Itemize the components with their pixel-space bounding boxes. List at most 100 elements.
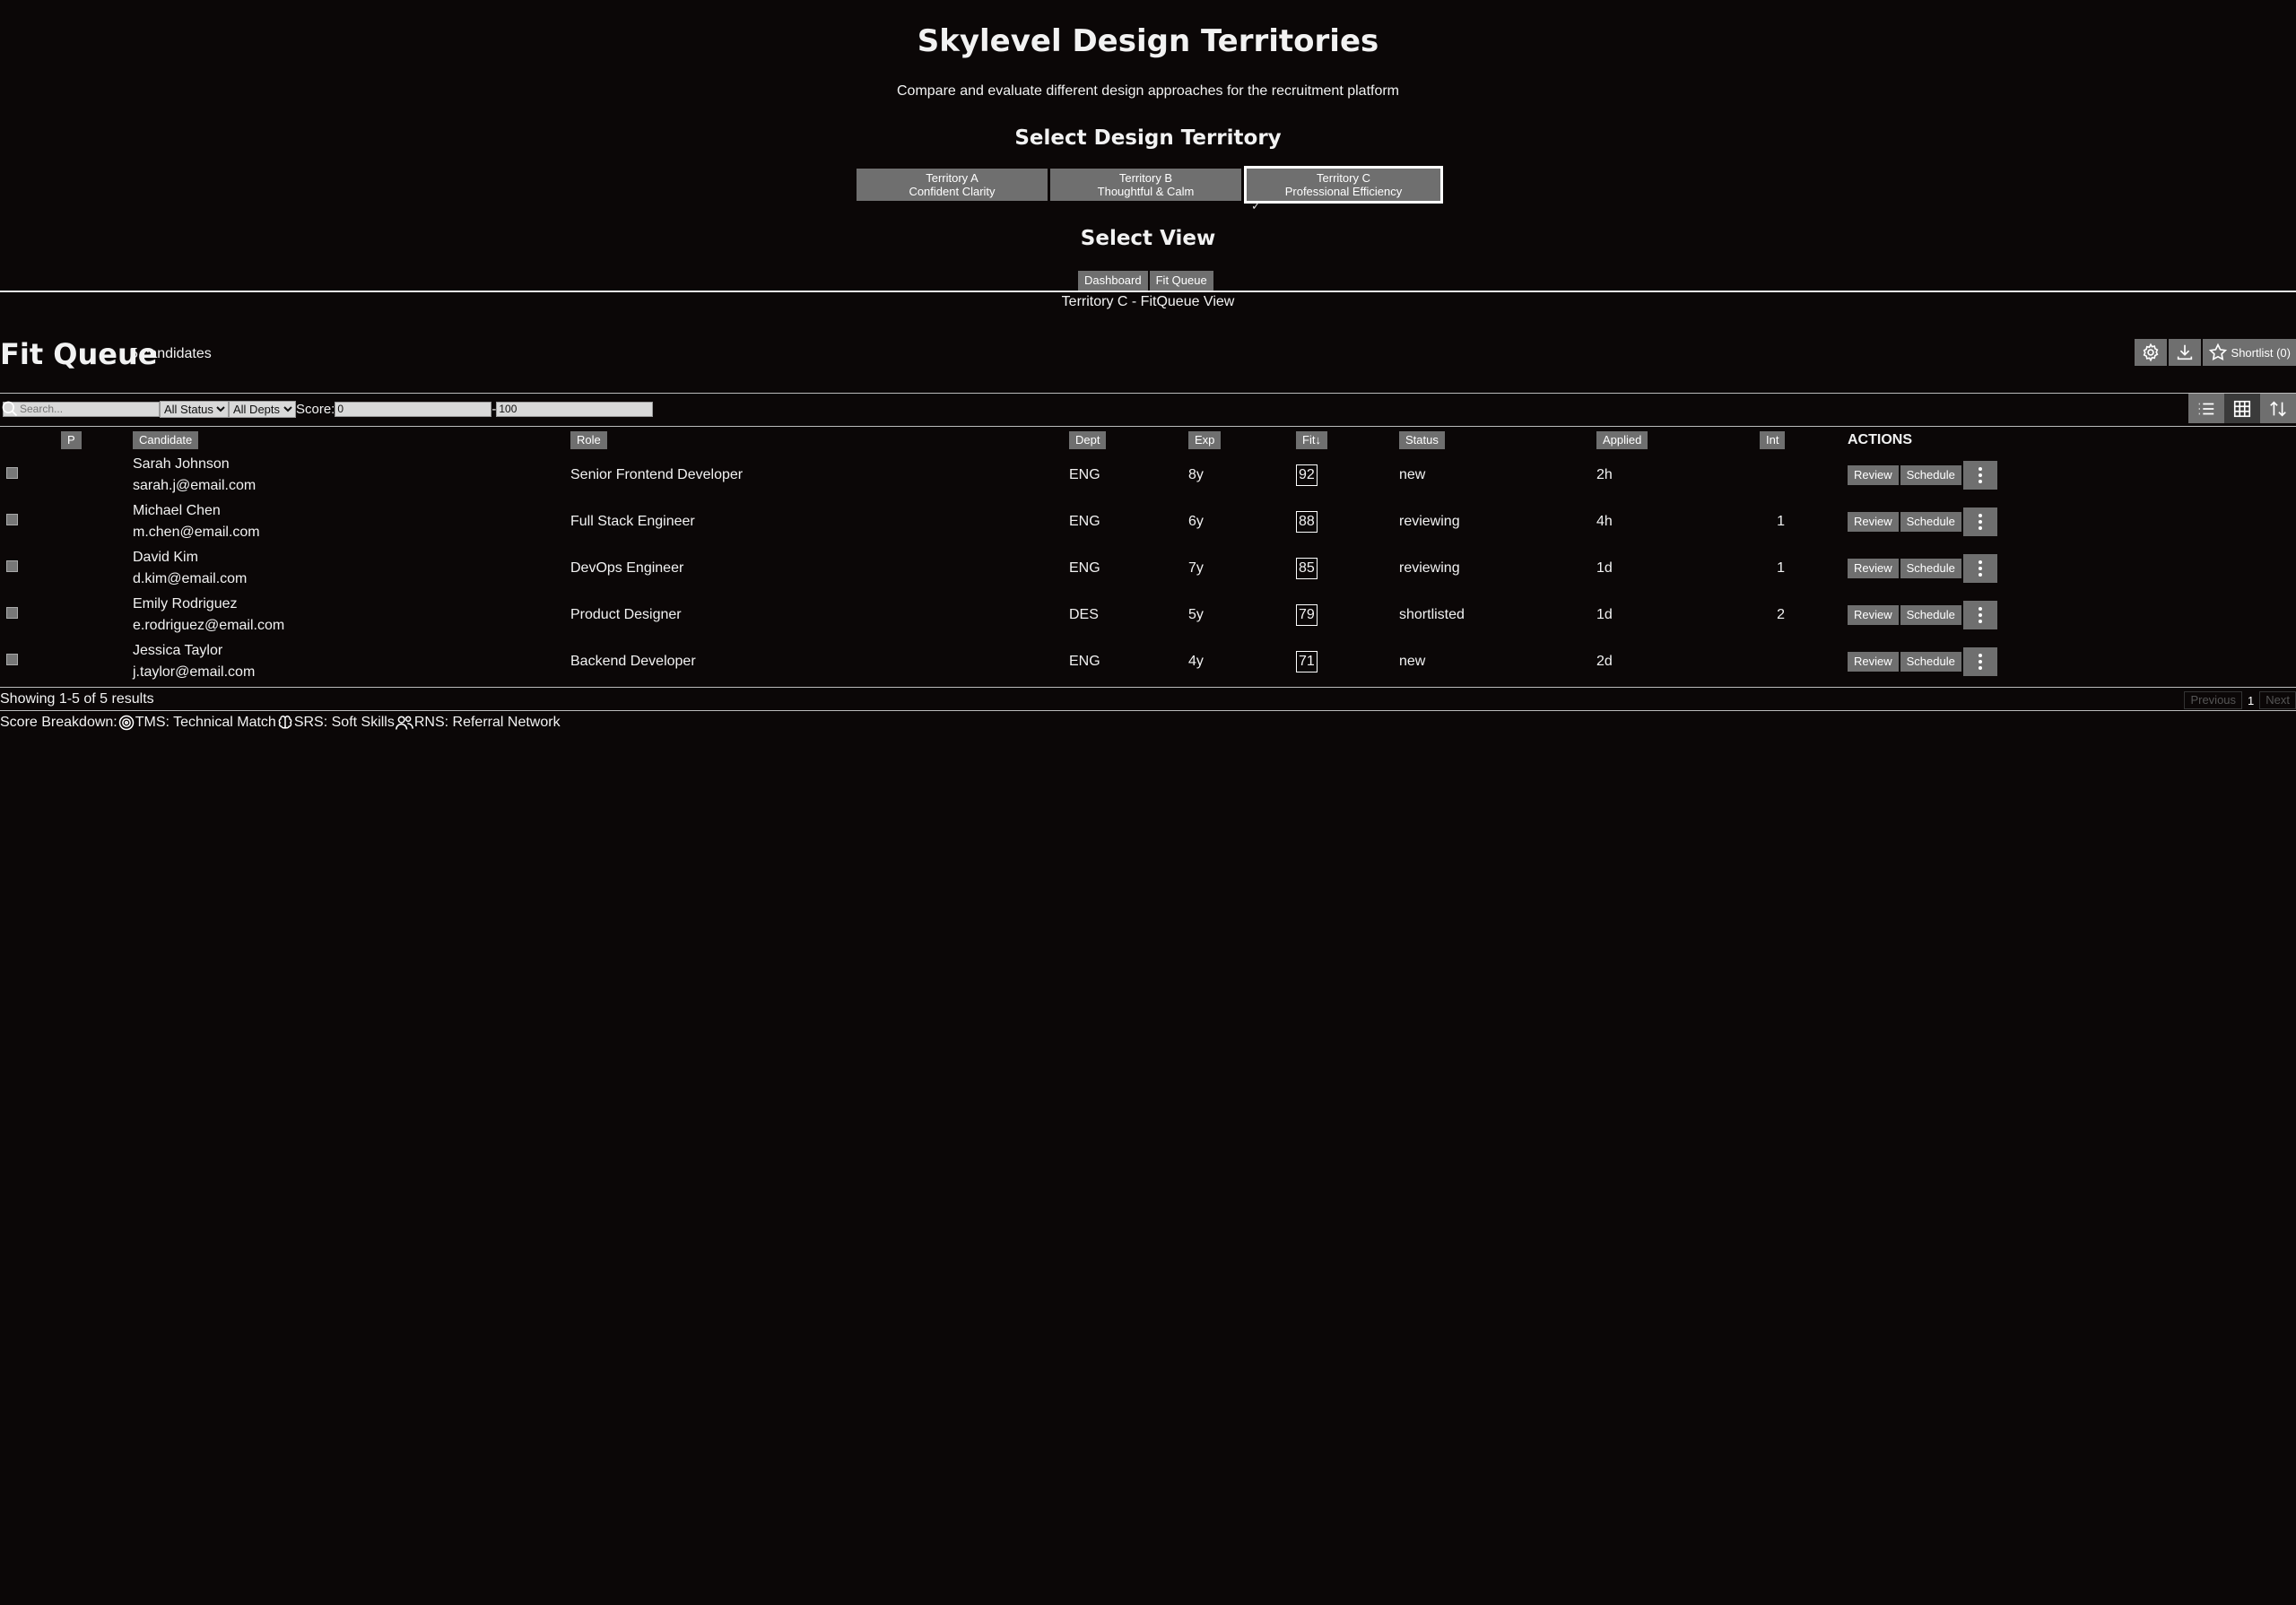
- role-cell: Backend Developer: [570, 654, 696, 669]
- fit-cell: 88: [1296, 499, 1399, 545]
- schedule-button[interactable]: Schedule: [1900, 559, 1961, 578]
- territory-b-button[interactable]: Territory B Thoughtful & Calm: [1050, 169, 1241, 201]
- review-button[interactable]: Review: [1848, 465, 1899, 485]
- dept-column-header[interactable]: Dept: [1069, 429, 1188, 452]
- role-cell: Product Designer: [570, 607, 682, 622]
- candidate-name[interactable]: Jessica Taylor: [133, 640, 570, 662]
- exp-column-header[interactable]: Exp: [1188, 429, 1296, 452]
- sort-button[interactable]: [2260, 394, 2296, 423]
- review-button[interactable]: Review: [1848, 605, 1899, 625]
- candidate-name[interactable]: David Kim: [133, 547, 570, 568]
- schedule-button[interactable]: Schedule: [1900, 465, 1961, 485]
- table-row: Emily Rodriguez e.rodriguez@email.com Prod…: [0, 592, 2296, 638]
- territory-selector: Territory A Confident Clarity Territory …: [857, 166, 1443, 204]
- next-page-button[interactable]: Next: [2259, 691, 2296, 709]
- dept-filter[interactable]: All Depts: [229, 400, 296, 418]
- review-button[interactable]: Review: [1848, 559, 1899, 578]
- score-legend: Score Breakdown: TMS: Technical Match SR…: [0, 714, 561, 732]
- current-page[interactable]: 1: [2244, 694, 2257, 707]
- dept-cell: ENG: [1069, 654, 1100, 669]
- fit-score-badge[interactable]: 85: [1296, 558, 1318, 579]
- review-button[interactable]: Review: [1848, 512, 1899, 532]
- dashboard-view-button[interactable]: Dashboard: [1078, 271, 1148, 291]
- role-cell: Senior Frontend Developer: [570, 467, 744, 482]
- review-button[interactable]: Review: [1848, 652, 1899, 672]
- fit-score-badge[interactable]: 88: [1296, 511, 1318, 533]
- fit-score-badge[interactable]: 79: [1296, 604, 1318, 626]
- candidate-name[interactable]: Sarah Johnson: [133, 454, 570, 475]
- territory-b-desc: Thoughtful & Calm: [1097, 185, 1195, 198]
- schedule-button[interactable]: Schedule: [1900, 652, 1961, 672]
- more-actions-button[interactable]: [1962, 508, 1997, 536]
- table-header-row: P Candidate Role Dept Exp Fit↓ Status Ap…: [0, 429, 2296, 452]
- table-row: Jessica Taylor j.taylor@email.com Backend …: [0, 638, 2296, 685]
- previous-page-button[interactable]: Previous: [2184, 691, 2243, 709]
- exp-cell: 8y: [1188, 467, 1204, 482]
- interviews-cell: 1: [1777, 560, 1785, 576]
- score-min-input[interactable]: [335, 401, 492, 417]
- shortlist-button[interactable]: Shortlist (0): [2202, 339, 2296, 366]
- search-input[interactable]: [3, 401, 160, 417]
- actions-cell: Review Schedule: [1848, 545, 2296, 592]
- divider: [0, 426, 2296, 427]
- applied-column-header[interactable]: Applied: [1596, 429, 1760, 452]
- territory-a-button[interactable]: Territory A Confident Clarity: [857, 169, 1048, 201]
- status-cell: reviewing: [1399, 560, 1460, 576]
- candidate-cell: Michael Chen m.chen@email.com: [133, 499, 570, 545]
- candidate-email: e.rodriguez@email.com: [133, 618, 285, 633]
- territory-c-button[interactable]: Territory C Professional Efficiency: [1244, 166, 1443, 204]
- page-subtitle: Compare and evaluate different design ap…: [896, 83, 1400, 99]
- fit-queue-view-button[interactable]: Fit Queue: [1149, 271, 1213, 291]
- exp-cell: 7y: [1188, 560, 1204, 576]
- int-column-header[interactable]: Int: [1760, 429, 1848, 452]
- exp-cell: 4y: [1188, 654, 1204, 669]
- fit-score-badge[interactable]: 92: [1296, 464, 1318, 486]
- fit-score-badge[interactable]: 71: [1296, 651, 1318, 672]
- row-checkbox[interactable]: [6, 560, 18, 572]
- candidate-column-header[interactable]: Candidate: [133, 429, 570, 452]
- schedule-button[interactable]: Schedule: [1900, 512, 1961, 532]
- more-actions-button[interactable]: [1962, 601, 1997, 629]
- target-icon: [118, 715, 134, 731]
- table-row: David Kim d.kim@email.com DevOps Engineer E…: [0, 545, 2296, 592]
- view-caption: Territory C - FitQueue View: [1061, 294, 1235, 309]
- role-column-header[interactable]: Role: [570, 429, 1069, 452]
- more-actions-button[interactable]: [1962, 554, 1997, 583]
- exp-cell: 5y: [1188, 607, 1204, 622]
- row-checkbox[interactable]: [6, 467, 18, 479]
- status-cell: shortlisted: [1399, 607, 1465, 622]
- interviews-cell: [1760, 452, 1848, 499]
- list-view-button[interactable]: [2188, 394, 2224, 423]
- users-icon: [395, 716, 413, 730]
- territory-c-desc: Professional Efficiency: [1284, 185, 1403, 198]
- territory-heading: Select Design Territory: [1014, 126, 1282, 150]
- shortlist-label: Shortlist (0): [2231, 345, 2291, 360]
- status-column-header[interactable]: Status: [1399, 429, 1596, 452]
- candidate-name[interactable]: Emily Rodriguez: [133, 594, 570, 615]
- row-checkbox[interactable]: [6, 514, 18, 525]
- fit-cell: 71: [1296, 638, 1399, 685]
- grid-view-button[interactable]: [2224, 394, 2260, 423]
- applied-cell: 4h: [1596, 514, 1613, 529]
- score-max-input[interactable]: [496, 401, 654, 417]
- more-actions-button[interactable]: [1962, 647, 1997, 676]
- interviews-cell: [1760, 638, 1848, 685]
- more-actions-button[interactable]: [1962, 461, 1997, 490]
- priority-cell: [61, 545, 133, 592]
- table-row: Michael Chen m.chen@email.com Full Stack E…: [0, 499, 2296, 545]
- fit-column-header[interactable]: Fit↓: [1296, 429, 1399, 452]
- row-checkbox[interactable]: [6, 607, 18, 619]
- view-selector: Dashboard Fit Queue: [1078, 271, 1213, 291]
- download-button[interactable]: [2168, 339, 2201, 366]
- territory-a-desc: Confident Clarity: [909, 185, 996, 198]
- row-checkbox[interactable]: [6, 654, 18, 665]
- priority-column-header[interactable]: P: [61, 429, 133, 452]
- schedule-button[interactable]: Schedule: [1900, 605, 1961, 625]
- settings-button[interactable]: [2134, 339, 2167, 366]
- candidate-name[interactable]: Michael Chen: [133, 500, 570, 522]
- table-row: Sarah Johnson sarah.j@email.com Senior Fro…: [0, 452, 2296, 499]
- applied-cell: 1d: [1596, 560, 1613, 576]
- priority-cell: [61, 452, 133, 499]
- actions-column-header: ACTIONS: [1848, 432, 1912, 447]
- status-filter[interactable]: All Status: [160, 400, 229, 418]
